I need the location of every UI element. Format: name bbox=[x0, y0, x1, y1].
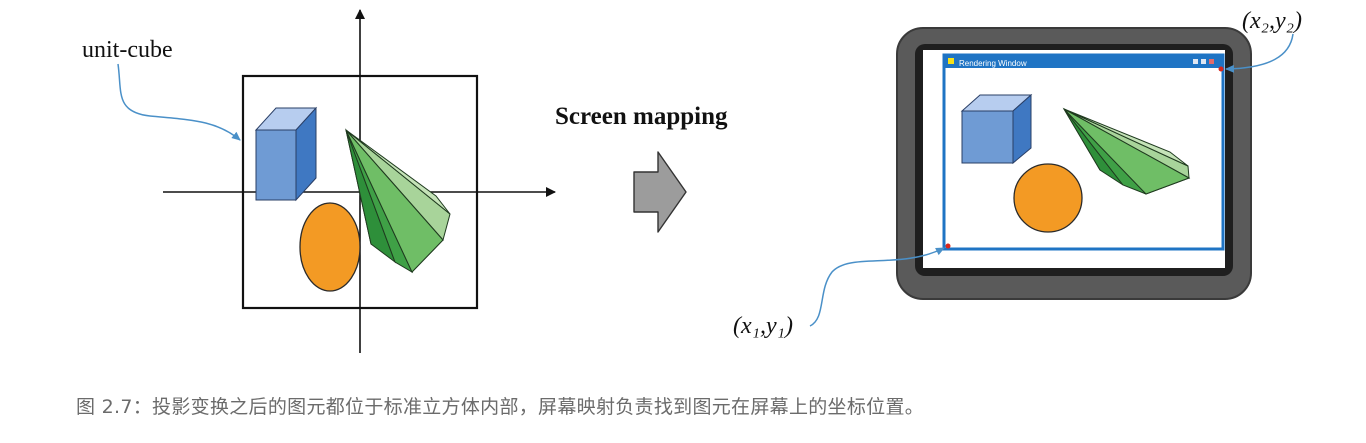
corner-label-bottom-left: (x₁,y₁) bbox=[733, 313, 793, 339]
unit-cube-panel: unit-cube bbox=[82, 9, 556, 353]
window-blue-cube bbox=[960, 93, 1033, 165]
window-close-button bbox=[1209, 59, 1214, 64]
unit-cube-callout bbox=[117, 63, 241, 141]
corner-marker-tr bbox=[1218, 66, 1224, 72]
window-orange-circle bbox=[1013, 163, 1083, 233]
mapping-arrow-icon bbox=[633, 151, 687, 233]
green-cone bbox=[345, 128, 451, 274]
rendering-window: Rendering Window bbox=[942, 53, 1225, 251]
screen-mapping-diagram: unit-cube Screen mapping Rendering Windo… bbox=[82, 8, 1302, 353]
figure-caption: 图 2.7：投影变换之后的图元都位于标准立方体内部，屏幕映射负责找到图元在屏幕上… bbox=[76, 396, 925, 418]
unit-cube-label: unit-cube bbox=[82, 37, 173, 63]
window-maximize-button bbox=[1201, 59, 1206, 64]
screen-mapping-step: Screen mapping bbox=[555, 103, 728, 233]
monitor: Rendering Window bbox=[896, 27, 1252, 300]
corner-marker-bl bbox=[945, 243, 951, 249]
window-minimize-button bbox=[1193, 59, 1198, 64]
blue-cube bbox=[254, 106, 318, 202]
window-title: Rendering Window bbox=[959, 59, 1027, 68]
corner-label-top-right: (x₂,y₂) bbox=[1242, 8, 1302, 34]
window-app-icon bbox=[948, 58, 954, 64]
screen-mapping-label: Screen mapping bbox=[555, 103, 728, 130]
orange-ellipse bbox=[299, 202, 361, 292]
